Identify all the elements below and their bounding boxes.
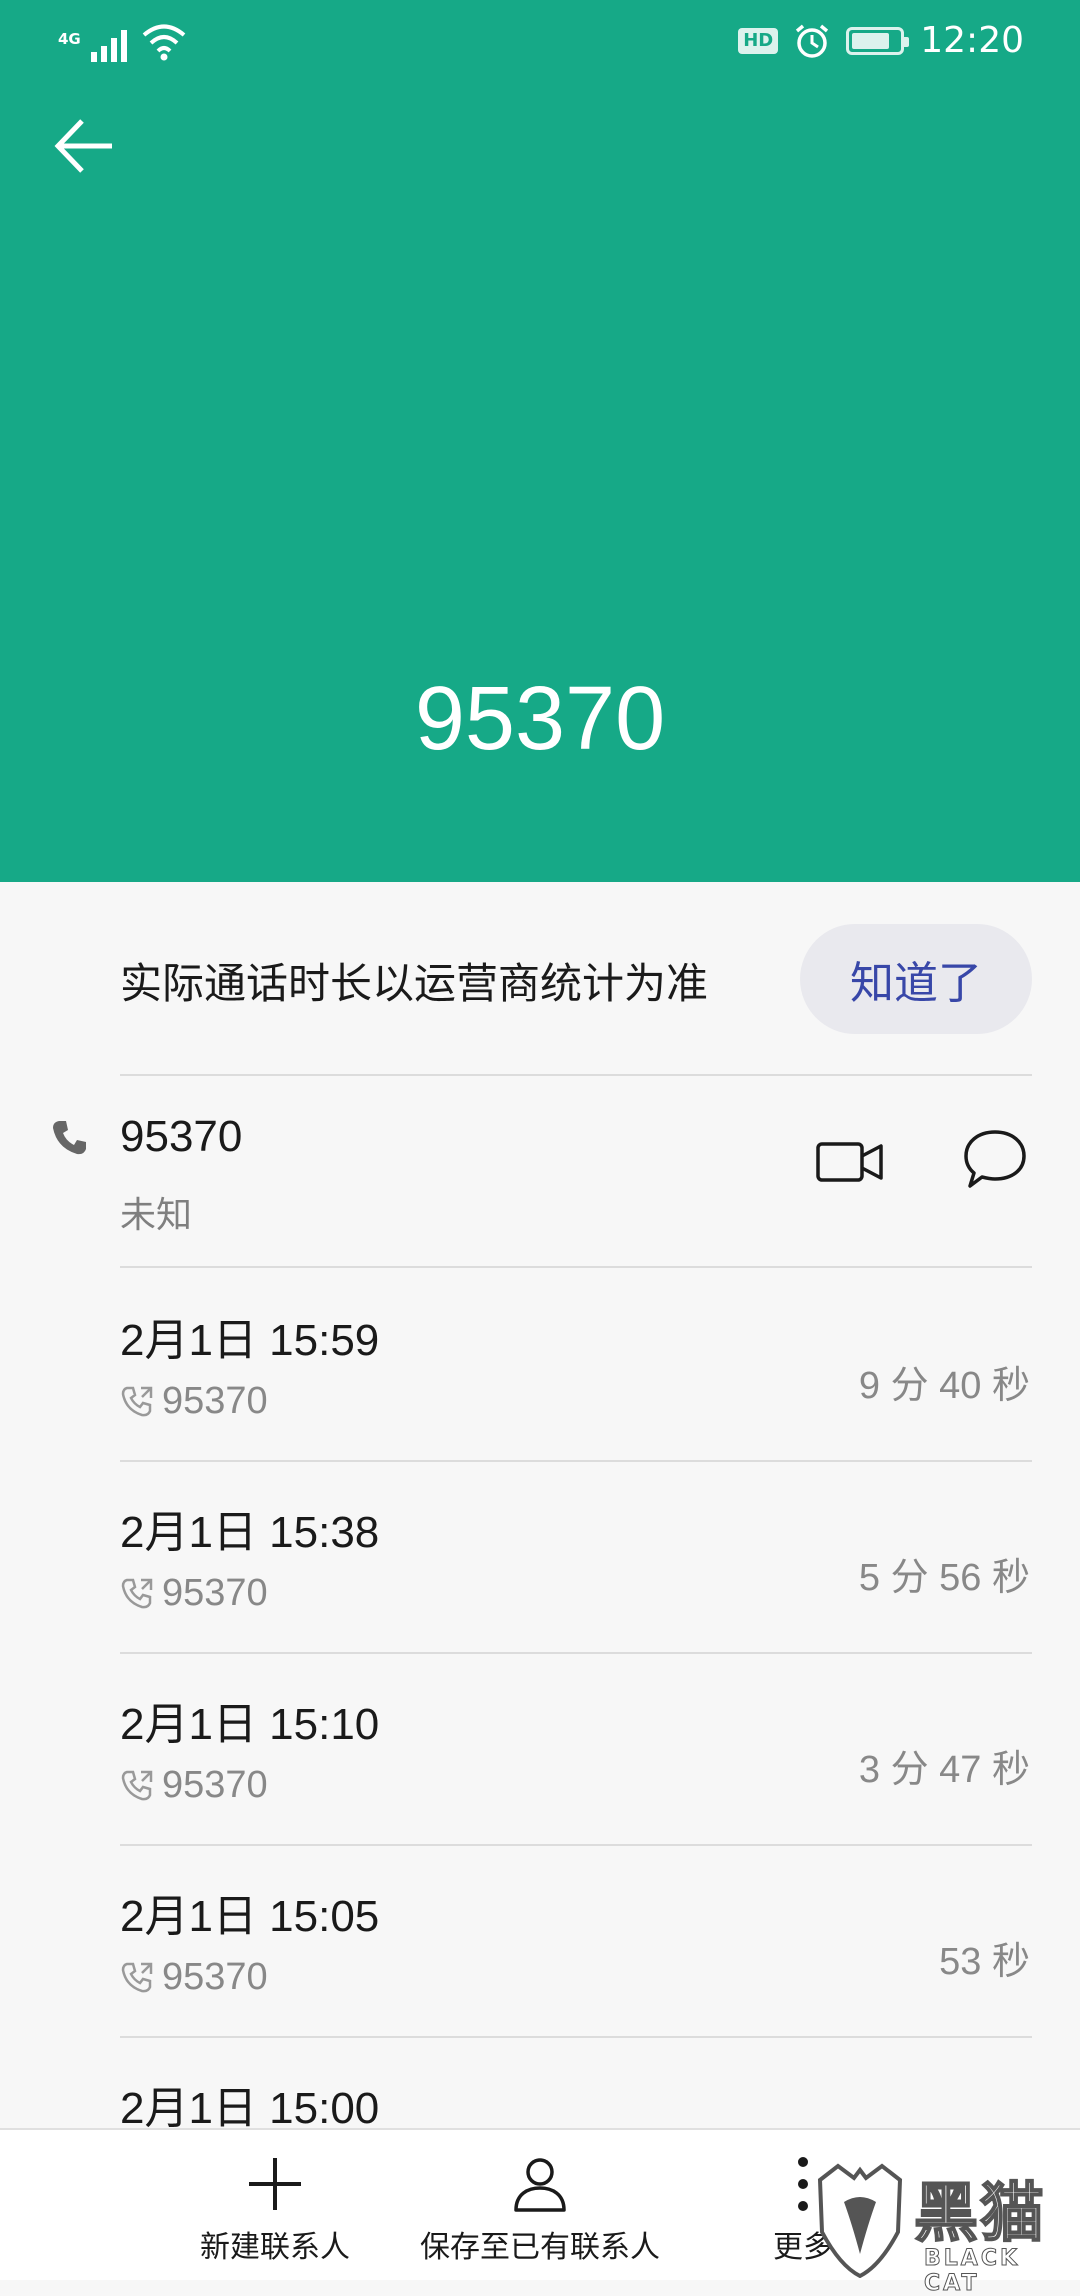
outgoing-call-icon — [121, 1962, 153, 1992]
signal-group: 4G — [58, 22, 187, 62]
log-duration: 9 分 40 秒 — [858, 1365, 1030, 1407]
arrow-left-icon[interactable] — [50, 112, 118, 180]
alarm-icon — [796, 24, 829, 58]
log-date: 2月1日 15:10 — [120, 1700, 380, 1749]
video-call-icon[interactable] — [815, 1136, 885, 1188]
notice-text: 实际通话时长以运营商统计为准 — [120, 959, 709, 1008]
new-contact-label: 新建联系人 — [200, 2230, 350, 2265]
log-number: 95370 — [162, 1764, 268, 1806]
header: 4G HD 12:20 95370 — [0, 0, 1080, 882]
log-number: 95370 — [162, 1572, 268, 1614]
save-to-existing-button[interactable]: 保存至已有联系人 — [410, 2130, 670, 2282]
contact-row[interactable]: 95370 未知 — [0, 1076, 1080, 1266]
person-icon — [514, 2158, 566, 2212]
cat-logo-icon — [817, 2163, 903, 2278]
log-duration: 5 分 56 秒 — [858, 1557, 1030, 1599]
phone-icon — [53, 1121, 86, 1155]
outgoing-call-icon — [121, 1770, 153, 1800]
contact-label: 未知 — [120, 1195, 193, 1236]
new-contact-button[interactable]: 新建联系人 — [150, 2130, 400, 2282]
network-type: 4G — [58, 30, 81, 48]
got-it-button[interactable]: 知道了 — [800, 924, 1032, 1034]
log-date: 2月1日 15:59 — [120, 1316, 380, 1365]
battery-icon — [846, 26, 910, 55]
page-title: 95370 — [414, 669, 666, 769]
watermark: 黑猫 BLACK CAT — [806, 2160, 1080, 2296]
watermark-text: 黑猫 — [913, 2176, 1046, 2252]
wifi-icon — [142, 24, 186, 61]
log-number-row: 95370 — [120, 1572, 268, 1615]
watermark-subtext: BLACK CAT — [924, 2246, 1021, 2296]
log-date: 2月1日 15:38 — [120, 1508, 380, 1557]
call-log-row[interactable]: 2月1日 15:59 95370 9 分 40 秒 — [0, 1268, 1080, 1460]
hd-badge: HD — [738, 27, 779, 54]
status-bar: 4G HD 12:20 — [0, 0, 1080, 92]
call-log-row[interactable]: 2月1日 15:10 95370 3 分 47 秒 — [0, 1652, 1080, 1844]
log-number-row: 95370 — [120, 1764, 268, 1807]
status-right: HD 12:20 — [738, 20, 1024, 61]
contact-number: 95370 — [120, 1112, 243, 1161]
log-number: 95370 — [162, 1380, 268, 1422]
log-duration: 53 秒 — [939, 1941, 1030, 1983]
log-number-row: 95370 — [120, 1956, 268, 1999]
duration-notice: 实际通话时长以运营商统计为准 知道了 — [0, 882, 1080, 1074]
log-date: 2月1日 15:00 — [120, 2084, 380, 2133]
call-log-row[interactable]: 2月1日 15:38 95370 5 分 56 秒 — [0, 1460, 1080, 1652]
log-number-row: 95370 — [120, 1380, 268, 1423]
call-log-row[interactable]: 2月1日 15:05 95370 53 秒 — [0, 1844, 1080, 2036]
log-number: 95370 — [162, 1956, 268, 1998]
battery-level — [852, 32, 890, 49]
outgoing-call-icon — [121, 1578, 153, 1608]
message-icon[interactable] — [962, 1126, 1028, 1192]
log-duration: 3 分 47 秒 — [858, 1749, 1030, 1791]
save-to-existing-label: 保存至已有联系人 — [420, 2230, 660, 2265]
outgoing-call-icon — [121, 1386, 153, 1416]
log-date: 2月1日 15:05 — [120, 1892, 380, 1941]
plus-icon — [249, 2158, 301, 2210]
signal-icon — [90, 30, 127, 62]
status-time: 12:20 — [920, 20, 1024, 61]
